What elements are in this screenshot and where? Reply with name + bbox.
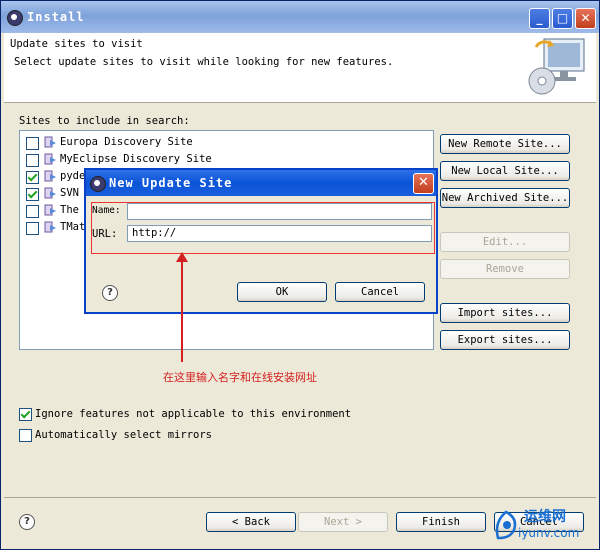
window-title: Install <box>27 10 85 24</box>
url-label: URL: <box>92 228 118 240</box>
update-site-icon <box>44 221 56 233</box>
edit-button[interactable]: Edit... <box>440 232 570 252</box>
remove-button[interactable]: Remove <box>440 259 570 279</box>
dialog-close-button[interactable]: ✕ <box>413 173 434 194</box>
sites-label: Sites to include in search: <box>19 115 190 127</box>
finish-button[interactable]: Finish <box>396 512 486 532</box>
site-label: MyEclipse Discovery Site <box>60 153 212 165</box>
dialog-help-icon[interactable]: ? <box>102 285 118 301</box>
watermark-en: iyunv.com <box>518 526 580 540</box>
maximize-button[interactable]: □ <box>552 8 573 29</box>
name-label: Name: <box>92 205 121 216</box>
site-checkbox[interactable] <box>26 205 39 218</box>
watermark-cn: 运维网 <box>524 509 566 525</box>
site-checkbox[interactable] <box>26 154 39 167</box>
site-label: TMat <box>60 221 86 233</box>
new-remote-site-button[interactable]: New Remote Site... <box>440 134 570 154</box>
title-bar: Install _ □ ✕ <box>1 1 599 33</box>
eclipse-icon <box>90 176 106 192</box>
footer-separator <box>4 497 596 498</box>
close-button[interactable]: ✕ <box>575 8 596 29</box>
new-update-site-dialog: New Update Site ✕ Name: URL: http:// ? O… <box>84 168 438 314</box>
ignore-features-label: Ignore features not applicable to this e… <box>35 408 352 420</box>
annotation-note: 在这里输入名字和在线安装网址 <box>163 371 317 384</box>
back-button[interactable]: < Back <box>206 512 296 532</box>
site-label: pyde <box>60 170 86 182</box>
update-site-icon <box>44 187 56 199</box>
name-input[interactable] <box>127 203 432 220</box>
annotation-arrow <box>181 258 183 362</box>
url-input[interactable]: http:// <box>127 225 432 242</box>
dialog-title-bar: New Update Site ✕ <box>86 170 436 196</box>
site-label: Europa Discovery Site <box>60 136 193 148</box>
help-icon[interactable]: ? <box>19 514 35 530</box>
ignore-features-checkbox[interactable] <box>19 408 32 421</box>
update-site-icon <box>44 153 56 165</box>
next-button[interactable]: Next > <box>298 512 388 532</box>
select-mirrors-checkbox[interactable] <box>19 429 32 442</box>
watermark: 运维网 iyunv.com <box>492 504 596 546</box>
ok-button[interactable]: OK <box>237 282 327 302</box>
install-wizard-icon <box>528 38 585 95</box>
export-sites-button[interactable]: Export sites... <box>440 330 570 350</box>
banner-title: Update sites to visit <box>10 38 143 50</box>
site-label: SVN <box>60 187 79 199</box>
dialog-title: New Update Site <box>109 176 233 190</box>
wizard-banner: Update sites to visit Select update site… <box>4 33 596 103</box>
new-local-site-button[interactable]: New Local Site... <box>440 161 570 181</box>
site-checkbox[interactable] <box>26 188 39 201</box>
site-checkbox[interactable] <box>26 222 39 235</box>
site-checkbox[interactable] <box>26 137 39 150</box>
update-site-icon <box>44 170 56 182</box>
minimize-button[interactable]: _ <box>529 8 550 29</box>
select-mirrors-label: Automatically select mirrors <box>35 429 213 441</box>
update-site-icon <box>44 204 56 216</box>
banner-subtitle: Select update sites to visit while looki… <box>14 56 394 68</box>
update-site-icon <box>44 136 56 148</box>
eclipse-icon <box>7 10 23 26</box>
site-checkbox[interactable] <box>26 171 39 184</box>
site-label: The <box>60 204 79 216</box>
new-archived-site-button[interactable]: New Archived Site... <box>440 188 570 208</box>
dialog-cancel-button[interactable]: Cancel <box>335 282 425 302</box>
import-sites-button[interactable]: Import sites... <box>440 303 570 323</box>
